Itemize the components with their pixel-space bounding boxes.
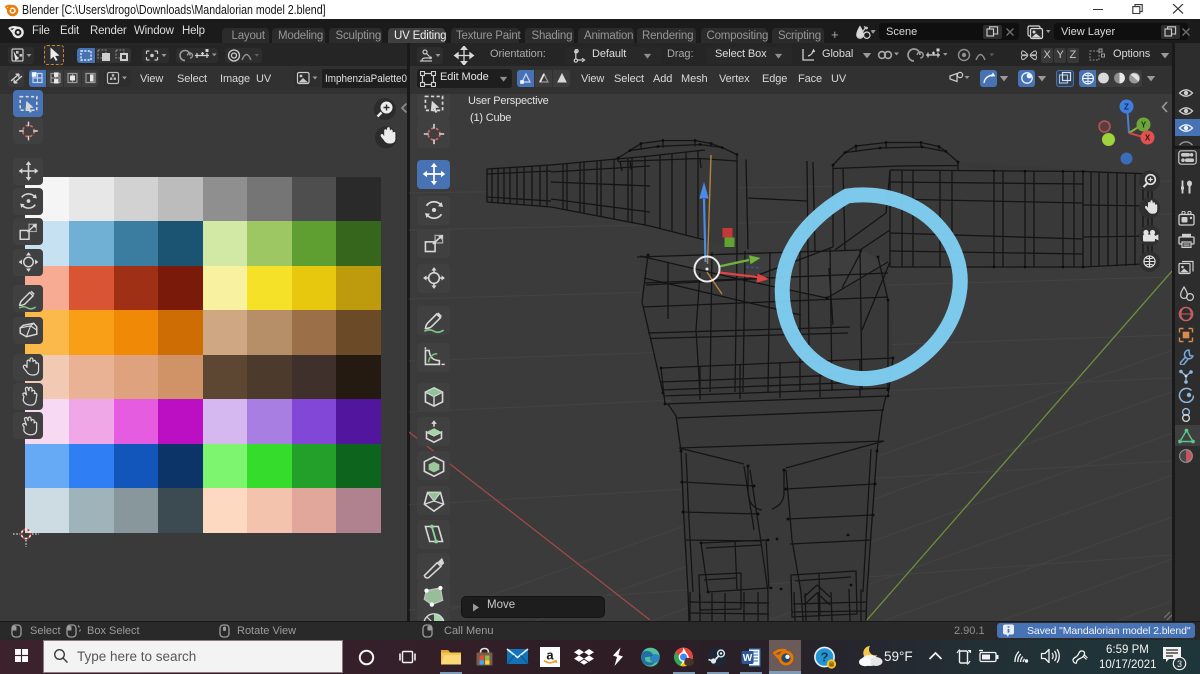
svg-text:Z: Z (1124, 103, 1129, 112)
svg-text:X: X (1145, 134, 1151, 143)
svg-text:W: W (743, 653, 753, 664)
svg-text:Y: Y (1141, 121, 1147, 130)
svg-text:a: a (546, 648, 554, 663)
svg-text:3: 3 (1177, 659, 1182, 669)
